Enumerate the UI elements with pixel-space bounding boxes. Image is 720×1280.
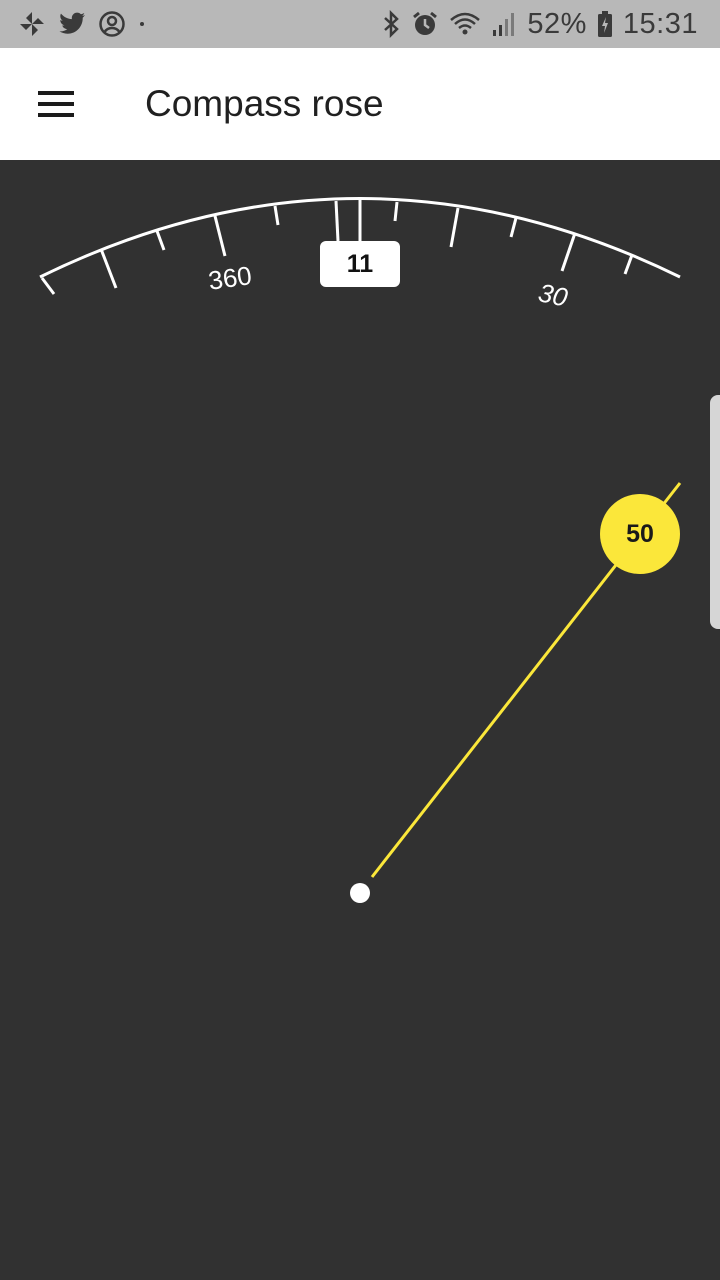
tick bbox=[560, 232, 577, 272]
twitter-icon bbox=[59, 12, 85, 34]
tick bbox=[449, 207, 460, 248]
menu-icon-bar bbox=[38, 91, 74, 95]
signal-icon bbox=[493, 13, 515, 36]
status-time: 15:31 bbox=[622, 7, 698, 40]
tick bbox=[509, 217, 518, 238]
tick bbox=[623, 254, 634, 275]
battery-percent: 52% bbox=[527, 7, 587, 40]
compass-view[interactable]: 360 30 11 50 bbox=[0, 160, 720, 1280]
menu-button[interactable] bbox=[24, 72, 88, 136]
wifi-icon bbox=[450, 12, 481, 35]
status-bar-right: 52% 15:31 bbox=[381, 0, 698, 48]
tick bbox=[273, 205, 280, 226]
scale-label-360: 360 bbox=[206, 260, 253, 296]
scale-label-30: 30 bbox=[536, 277, 571, 312]
current-heading-badge: 11 bbox=[320, 241, 400, 287]
tick bbox=[155, 230, 166, 251]
tick bbox=[334, 200, 340, 242]
alarm-icon bbox=[413, 11, 438, 35]
menu-icon-bar bbox=[38, 113, 74, 117]
edge-drawer-handle[interactable] bbox=[710, 395, 720, 629]
tick bbox=[393, 201, 399, 222]
center-pivot bbox=[350, 883, 370, 903]
tick bbox=[40, 277, 56, 295]
battery-charging-icon bbox=[597, 11, 612, 37]
dot-icon bbox=[140, 22, 144, 26]
bluetooth-icon bbox=[384, 10, 400, 38]
tick bbox=[99, 248, 118, 289]
compass-scale[interactable]: 360 30 bbox=[0, 160, 720, 1280]
menu-icon-bar bbox=[38, 102, 74, 106]
app-bar: Compass rose bbox=[0, 48, 720, 160]
bearing-handle[interactable]: 50 bbox=[600, 494, 680, 574]
status-bar-left bbox=[18, 0, 146, 48]
status-bar: 52% 15:31 bbox=[0, 0, 720, 48]
tick bbox=[213, 215, 227, 257]
pinwheel-icon bbox=[20, 12, 44, 36]
account-circle-icon bbox=[99, 11, 125, 37]
page-title: Compass rose bbox=[145, 83, 384, 124]
